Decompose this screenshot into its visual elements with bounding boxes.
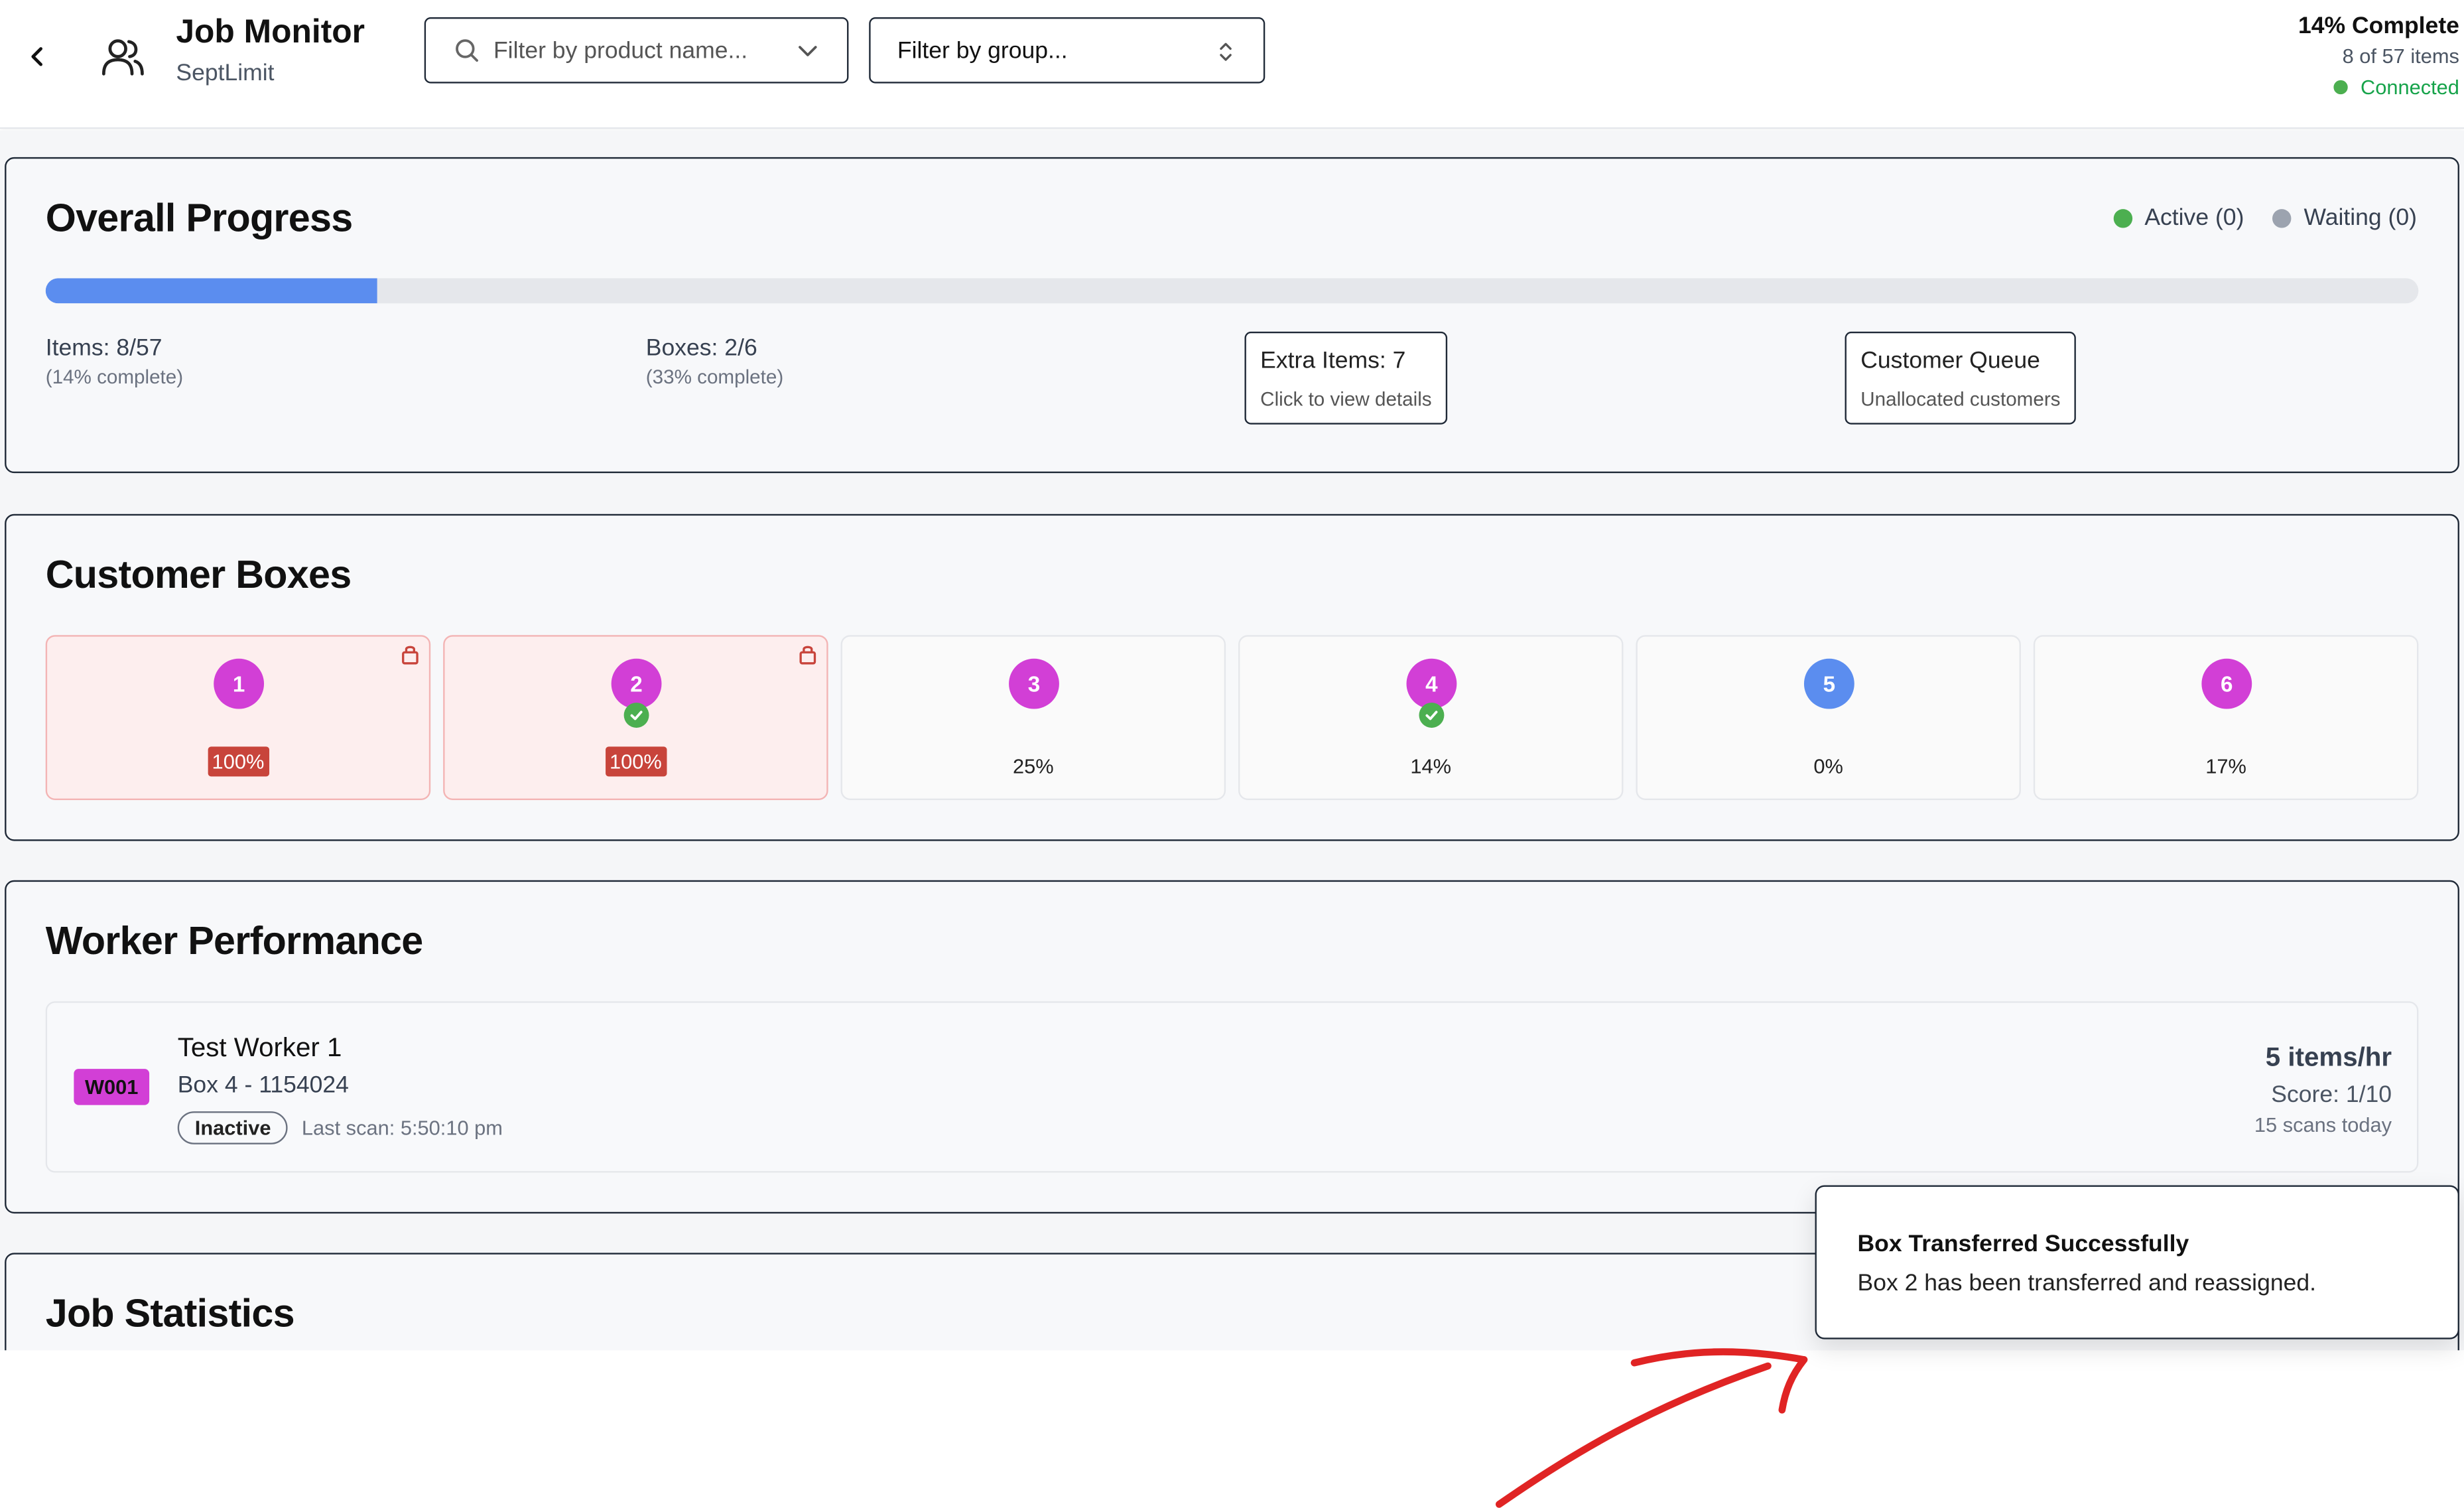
extra-items-button[interactable]: Extra Items: 7 Click to view details [1244, 331, 1448, 425]
page-title: Job Monitor [176, 14, 365, 50]
legend-waiting-label: Waiting (0) [2303, 204, 2417, 232]
worker-performance-title: Worker Performance [45, 920, 424, 964]
completion-percent: 14% Complete [2298, 12, 2459, 40]
box-percent: 100% [604, 746, 667, 777]
items-stat-sub: (14% complete) [45, 366, 184, 389]
customer-box-3[interactable]: 3 25% [840, 635, 1226, 800]
search-icon [456, 39, 478, 62]
box-number: 5 [1803, 658, 1854, 709]
status-legend: Active (0) Waiting (0) [2112, 204, 2417, 232]
extra-items-sub: Click to view details [1260, 388, 1432, 411]
chevron-left-icon [31, 47, 42, 66]
worker-last-scan: Last scan: 5:50:10 pm [301, 1116, 503, 1140]
customer-box-1[interactable]: 1 100% [45, 635, 431, 800]
annotation-arrow-icon [1495, 1348, 1808, 1508]
product-filter-placeholder: Filter by product name... [493, 36, 748, 64]
extra-items-label: Extra Items: 7 [1260, 347, 1406, 374]
job-monitor-page: Job Monitor SeptLimit Filter by product … [0, 0, 2464, 1508]
boxes-stat-sub: (33% complete) [645, 366, 784, 389]
worker-scans-today: 15 scans today [2254, 1113, 2392, 1137]
items-count: 8 of 57 items [2342, 44, 2459, 68]
worker-row[interactable]: W001 Test Worker 1 Box 4 - 1154024 Inact… [45, 1001, 2419, 1173]
top-header: Job Monitor SeptLimit Filter by product … [0, 0, 2464, 129]
customer-queue-label: Customer Queue [1860, 347, 2040, 374]
boxes-stat-label: Boxes: 2/6 [645, 334, 757, 362]
connection-label: Connected [2360, 75, 2459, 100]
group-filter-select[interactable]: Filter by group... [869, 17, 1265, 84]
worker-name: Test Worker 1 [177, 1032, 342, 1063]
overall-progress-card: Overall Progress Active (0) Waiting (0) … [5, 157, 2459, 474]
legend-active: Active (0) [2112, 204, 2244, 232]
check-icon [623, 703, 649, 728]
customer-box-6[interactable]: 6 17% [2033, 635, 2419, 800]
connection-status: Connected [2298, 75, 2459, 100]
worker-rate: 5 items/hr [2265, 1042, 2392, 1072]
lock-icon[interactable] [401, 643, 419, 673]
overall-progress-bar [45, 278, 2419, 304]
overall-progress-title: Overall Progress [45, 196, 353, 241]
customer-box-5[interactable]: 5 0% [1636, 635, 2021, 800]
check-icon [1419, 703, 1445, 728]
toast-title: Box Transferred Successfully [1857, 1231, 2189, 1258]
legend-active-label: Active (0) [2144, 204, 2244, 232]
success-toast[interactable]: Box Transferred Successfully Box 2 has b… [1815, 1185, 2459, 1339]
customer-boxes-card: Customer Boxes 1 100% 2 100% 3 25% 4 14% 5 0% 6 17% [5, 514, 2459, 841]
items-stat-label: Items: 8/57 [45, 334, 162, 362]
box-percent: 0% [1813, 754, 1843, 778]
lock-icon[interactable] [799, 643, 817, 673]
job-statistics-title: Job Statistics [45, 1292, 295, 1336]
active-dot-icon [2112, 208, 2132, 228]
customer-queue-sub: Unallocated customers [1860, 388, 2061, 411]
users-icon [102, 39, 144, 76]
box-number: 6 [2201, 658, 2252, 709]
box-number: 2 [611, 658, 662, 709]
customer-boxes-title: Customer Boxes [45, 553, 352, 598]
connection-dot-icon [2333, 80, 2348, 95]
job-name: SeptLimit [176, 60, 275, 87]
legend-waiting: Waiting (0) [2272, 204, 2417, 231]
waiting-dot-icon [2272, 208, 2292, 228]
box-percent: 17% [2205, 754, 2246, 778]
box-number: 4 [1406, 658, 1457, 709]
worker-id-badge: W001 [74, 1069, 150, 1105]
worker-status-badge: Inactive [177, 1111, 289, 1144]
items-stat: Items: 8/57 (14% complete) [46, 335, 183, 389]
group-filter-placeholder: Filter by group... [897, 36, 1068, 64]
main-content: Overall Progress Active (0) Waiting (0) … [0, 130, 2464, 1351]
customer-box-4[interactable]: 4 14% [1238, 635, 1624, 800]
worker-performance-card: Worker Performance W001 Test Worker 1 Bo… [5, 880, 2459, 1214]
customer-box-2[interactable]: 2 100% [443, 635, 828, 800]
chevron-up-down-icon [1220, 42, 1232, 61]
box-percent: 14% [1410, 754, 1452, 778]
box-number: 3 [1009, 658, 1059, 709]
header-status: 14% Complete 8 of 57 items Connected [2298, 13, 2459, 99]
box-percent: 25% [1012, 754, 1054, 778]
overall-progress-fill [45, 278, 378, 304]
box-percent: 100% [207, 746, 269, 777]
box-number: 1 [214, 658, 265, 709]
back-button[interactable] [22, 41, 53, 72]
customer-queue-button[interactable]: Customer Queue Unallocated customers [1845, 331, 2077, 425]
product-filter-select[interactable]: Filter by product name... [424, 17, 849, 84]
worker-box: Box 4 - 1154024 [177, 1071, 349, 1099]
worker-score: Score: 1/10 [2271, 1081, 2392, 1109]
boxes-stat: Boxes: 2/6 (33% complete) [646, 335, 783, 389]
customer-boxes-grid: 1 100% 2 100% 3 25% 4 14% 5 0% 6 17% [45, 635, 2419, 800]
toast-description: Box 2 has been transferred and reassigne… [1857, 1270, 2317, 1297]
chevron-down-icon [799, 46, 817, 56]
